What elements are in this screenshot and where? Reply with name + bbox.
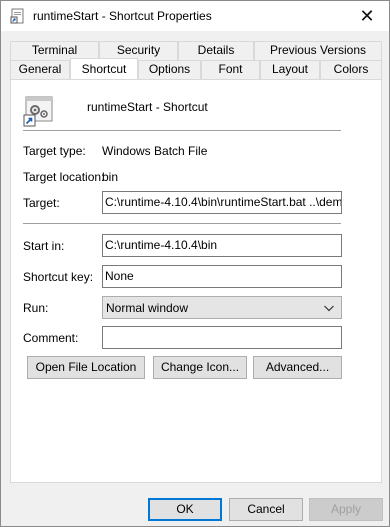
target-location-label: Target location: xyxy=(23,170,105,184)
tab-shortcut[interactable]: Shortcut xyxy=(70,58,138,79)
shortcut-key-label: Shortcut key: xyxy=(23,270,94,284)
run-label: Run: xyxy=(23,301,49,315)
close-button[interactable]: ✕ xyxy=(345,1,389,31)
tab-layout[interactable]: Layout xyxy=(260,60,320,79)
target-label: Target: xyxy=(23,196,60,210)
apply-button[interactable]: Apply xyxy=(309,498,383,521)
advanced-button[interactable]: Advanced... xyxy=(253,356,342,379)
ok-button[interactable]: OK xyxy=(148,498,222,521)
shortcut-file-icon xyxy=(10,8,26,24)
window-title: runtimeStart - Shortcut Properties xyxy=(33,9,212,23)
tab-font[interactable]: Font xyxy=(201,60,260,79)
tab-details[interactable]: Details xyxy=(178,41,254,60)
run-select-value: Normal window xyxy=(106,301,189,315)
start-in-label: Start in: xyxy=(23,239,65,253)
target-type-value: Windows Batch File xyxy=(102,144,208,158)
separator xyxy=(23,130,341,131)
shortcut-tab-panel: runtimeStart - Shortcut Target type: Win… xyxy=(10,79,382,483)
shortcut-key-input[interactable]: None xyxy=(102,265,342,288)
batch-file-icon xyxy=(23,95,55,127)
separator xyxy=(23,223,341,224)
run-select[interactable]: Normal window xyxy=(102,296,342,319)
open-file-location-button[interactable]: Open File Location xyxy=(27,356,145,379)
comment-input[interactable] xyxy=(102,326,342,349)
title-bar: runtimeStart - Shortcut Properties ✕ xyxy=(1,1,389,31)
shortcut-name: runtimeStart - Shortcut xyxy=(87,100,208,114)
tab-previous-versions[interactable]: Previous Versions xyxy=(254,41,382,60)
change-icon-button[interactable]: Change Icon... xyxy=(153,356,247,379)
properties-dialog: runtimeStart - Shortcut Properties ✕ Ter… xyxy=(0,0,390,527)
target-type-label: Target type: xyxy=(23,144,86,158)
tab-row-front: General Shortcut Options Font Layout Col… xyxy=(10,58,382,79)
chevron-down-icon xyxy=(323,302,335,314)
tab-options[interactable]: Options xyxy=(138,60,201,79)
tab-colors[interactable]: Colors xyxy=(320,60,382,79)
tab-general[interactable]: General xyxy=(10,60,70,79)
target-input[interactable]: C:\runtime-4.10.4\bin\runtimeStart.bat .… xyxy=(102,191,342,214)
comment-label: Comment: xyxy=(23,331,79,345)
target-location-value: bin xyxy=(102,170,119,184)
cancel-button[interactable]: Cancel xyxy=(229,498,303,521)
tab-row-back: Terminal Security Details Previous Versi… xyxy=(10,41,382,60)
start-in-input[interactable]: C:\runtime-4.10.4\bin xyxy=(102,234,342,257)
